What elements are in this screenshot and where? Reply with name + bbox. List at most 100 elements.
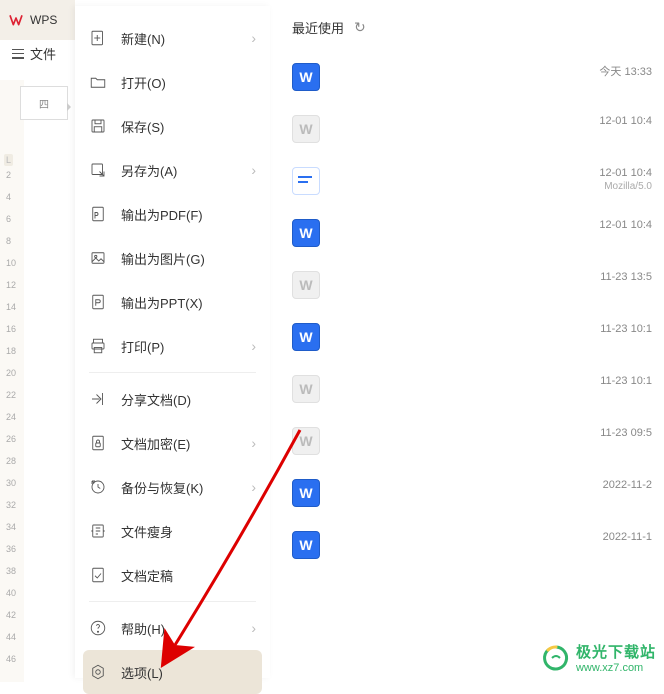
refresh-icon[interactable]: ↻: [354, 19, 366, 36]
save-icon: [89, 117, 107, 135]
file-type-icon: W: [292, 375, 320, 403]
share-icon: [89, 390, 107, 408]
file-meta: 2022-11-1: [603, 531, 652, 543]
recent-list: W今天 13:33W12-01 10:412-01 10:4Mozilla/5.…: [280, 51, 664, 571]
menu-item-open[interactable]: 打开(O): [75, 60, 270, 104]
file-type-icon: W: [292, 479, 320, 507]
file-tab-label: 文件: [30, 44, 56, 63]
watermark-text: 极光下载站 www.xz7.com: [576, 641, 656, 674]
recent-item[interactable]: W 11-23 13:5: [280, 259, 664, 311]
chevron-right-icon: ›: [251, 162, 256, 178]
file-meta: 12-01 10:4 Mozilla/5.0: [599, 167, 652, 192]
ruler-tick: 4: [6, 192, 11, 202]
encrypt-icon: [89, 434, 107, 452]
file-type-icon: W: [292, 115, 320, 143]
recent-header: 最近使用 ↻: [280, 18, 664, 51]
ruler-tick: 42: [6, 610, 16, 620]
menu-item-save[interactable]: 保存(S): [75, 104, 270, 148]
recent-item[interactable]: W 2022-11-2: [280, 467, 664, 519]
menu-item-save-as[interactable]: 另存为(A) ›: [75, 148, 270, 192]
file-subtext: Mozilla/5.0: [599, 181, 652, 192]
ruler-tick: 2: [6, 170, 11, 180]
recent-item[interactable]: W12-01 10:4: [280, 207, 664, 259]
menu-item-pdf[interactable]: 输出为PDF(F): [75, 192, 270, 236]
file-type-icon: W: [292, 63, 320, 91]
recent-item[interactable]: 12-01 10:4 Mozilla/5.0: [280, 155, 664, 207]
hamburger-icon: [12, 49, 24, 59]
file-date: 2022-11-1: [603, 531, 652, 543]
page-thumbnail[interactable]: 四: [20, 86, 68, 120]
wps-logo-icon: [8, 12, 24, 28]
file-meta: 12-01 10:4: [599, 115, 652, 127]
menu-item-print[interactable]: 打印(P)›: [75, 324, 270, 368]
file-date: 12-01 10:4: [599, 115, 652, 127]
menu-label: 帮助(H): [121, 619, 237, 638]
menu-item-slim[interactable]: 文件瘦身: [75, 509, 270, 553]
menu-item-help[interactable]: 帮助(H)›: [75, 606, 270, 650]
file-date: 11-23 10:1: [600, 375, 652, 387]
recent-item[interactable]: W 2022-11-1: [280, 519, 664, 571]
print-icon: [89, 337, 107, 355]
menu-item-finalize[interactable]: 文档定稿: [75, 553, 270, 597]
file-type-icon: W: [292, 219, 320, 247]
menu-item-ppt[interactable]: 输出为PPT(X): [75, 280, 270, 324]
recent-item[interactable]: W 11-23 10:1: [280, 363, 664, 415]
ppt-icon: [89, 293, 107, 311]
file-date: 11-23 13:5: [600, 271, 652, 283]
ruler-tick: 46: [6, 654, 16, 664]
file-meta: 11-23 13:5: [600, 271, 652, 283]
file-type-icon: W: [292, 531, 320, 559]
open-icon: [89, 73, 107, 91]
chevron-right-icon: ›: [251, 435, 256, 451]
ruler-tick: 38: [6, 566, 16, 576]
ruler-tick: 24: [6, 412, 16, 422]
recent-item[interactable]: W11-23 09:5: [280, 415, 664, 467]
save-as-icon: [89, 161, 107, 179]
ruler-tick: 44: [6, 632, 16, 642]
page-thumb-label: 四: [39, 96, 49, 111]
menu-label: 备份与恢复(K): [121, 478, 237, 497]
menu-item-new[interactable]: 新建(N)›: [75, 16, 270, 60]
new-icon: [89, 29, 107, 47]
menu-label: 文件瘦身: [121, 522, 256, 541]
menu-label: 保存(S): [121, 117, 256, 136]
image-icon: [89, 249, 107, 267]
menu-item-share[interactable]: 分享文档(D): [75, 377, 270, 421]
file-meta: 今天 13:33: [599, 63, 652, 79]
watermark: 极光下载站 www.xz7.com: [542, 641, 656, 674]
recent-item[interactable]: W11-23 10:1: [280, 311, 664, 363]
ruler-tick: 16: [6, 324, 16, 334]
menu-label: 输出为图片(G): [121, 249, 256, 268]
menu-label: 另存为(A): [121, 161, 237, 180]
finalize-icon: [89, 566, 107, 584]
recent-item[interactable]: W 12-01 10:4: [280, 103, 664, 155]
menu-item-encrypt[interactable]: 文档加密(E)›: [75, 421, 270, 465]
menu-label: 打印(P): [121, 337, 237, 356]
file-date: 12-01 10:4: [599, 167, 652, 179]
menu-label: 新建(N): [121, 29, 237, 48]
backup-icon: [89, 478, 107, 496]
menu-label: 选项(L): [121, 663, 256, 682]
ruler-tick: 30: [6, 478, 16, 488]
recent-item[interactable]: W 今天 13:33: [280, 51, 664, 103]
ruler-tick: 20: [6, 368, 16, 378]
file-date: 2022-11-2: [603, 479, 652, 491]
ruler-tick: 36: [6, 544, 16, 554]
watermark-line2: www.xz7.com: [576, 662, 656, 674]
ruler-tick: 28: [6, 456, 16, 466]
ruler-tick: 22: [6, 390, 16, 400]
file-tab[interactable]: 文件: [12, 44, 56, 63]
ruler-tick: 26: [6, 434, 16, 444]
title-bar: WPS: [0, 0, 75, 40]
file-type-icon: W: [292, 271, 320, 299]
menu-item-backup[interactable]: 备份与恢复(K)›: [75, 465, 270, 509]
menu-item-options[interactable]: 选项(L): [83, 650, 262, 694]
ruler-tick: 8: [6, 236, 11, 246]
menu-item-image[interactable]: 输出为图片(G): [75, 236, 270, 280]
options-icon: [89, 663, 107, 681]
pdf-icon: [89, 205, 107, 223]
app-label: WPS: [30, 13, 57, 27]
file-menu-dropdown: 新建(N)›打开(O)保存(S)另存为(A)›输出为PDF(F)输出为图片(G)…: [75, 6, 270, 678]
recent-title: 最近使用: [292, 18, 344, 37]
ruler-tick: 6: [6, 214, 11, 224]
